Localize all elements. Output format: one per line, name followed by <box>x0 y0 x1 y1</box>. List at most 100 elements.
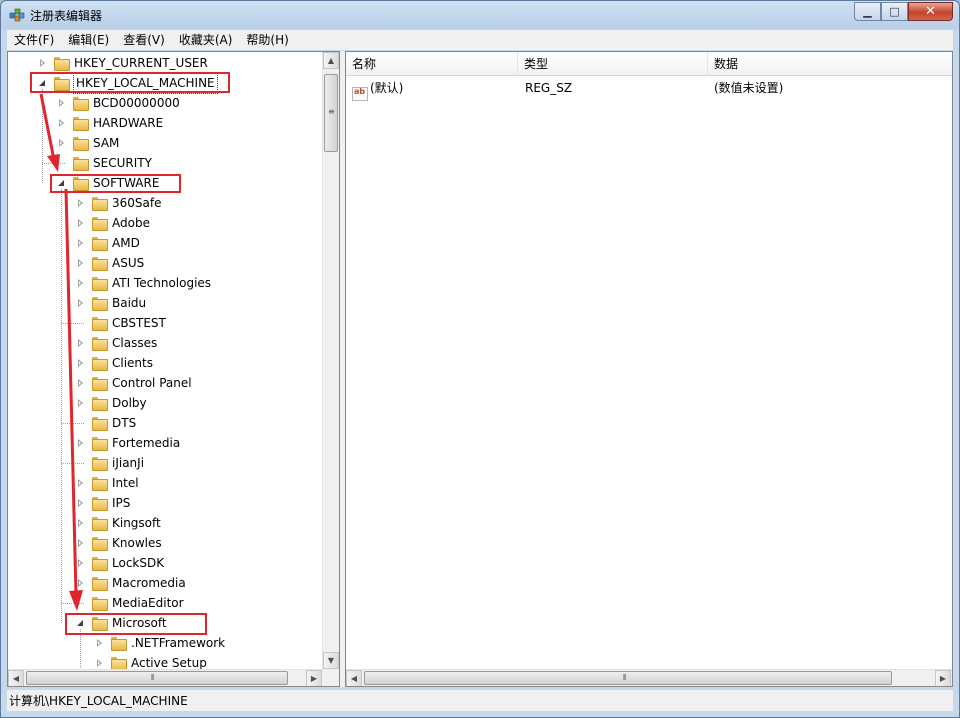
column-header-data[interactable]: 数据 <box>708 52 952 76</box>
tree-item-360safe[interactable]: 360Safe <box>76 193 161 213</box>
folder-icon <box>72 156 89 171</box>
list-horizontal-scroll-thumb[interactable]: ⦀ <box>364 671 892 685</box>
tree-item-label: Control Panel <box>112 376 192 390</box>
registry-editor-icon <box>9 8 25 22</box>
scroll-left-arrow-icon[interactable]: ◀ <box>8 670 24 686</box>
values-list[interactable]: 名称 类型 数据 ab (默认) REG_SZ (数值未设置) ◀ ⦀ ▶ <box>345 51 953 687</box>
folder-icon <box>91 216 108 231</box>
value-type: REG_SZ <box>525 81 573 95</box>
tree-item-label: Intel <box>112 476 139 490</box>
tree-item-label: Kingsoft <box>112 516 161 530</box>
string-value-icon: ab <box>352 87 368 101</box>
collapsed-arrow-icon[interactable] <box>38 58 47 68</box>
tree-item-ati-technologies[interactable]: ATI Technologies <box>76 273 211 293</box>
tree-item-label: Baidu <box>112 296 147 310</box>
registry-editor-window: 注册表编辑器 ▁ □ ✕ 文件(F) 编辑(E) 查看(V) 收藏夹(A) 帮助… <box>0 0 960 718</box>
tree-item-knowles[interactable]: Knowles <box>76 533 162 553</box>
column-header-type[interactable]: 类型 <box>518 52 708 76</box>
folder-icon <box>91 536 108 551</box>
tree-item-label: DTS <box>112 416 137 430</box>
list-header: 名称 类型 数据 <box>346 52 952 76</box>
list-item[interactable]: ab (默认) REG_SZ (数值未设置) <box>346 78 952 101</box>
tree-item-label: Dolby <box>112 396 147 410</box>
folder-icon <box>91 276 108 291</box>
tree-item-label: iJianJi <box>112 456 145 470</box>
tree-item-label: Clients <box>112 356 153 370</box>
list-horizontal-scrollbar[interactable]: ◀ ⦀ ▶ <box>346 669 952 686</box>
collapsed-arrow-icon[interactable] <box>95 638 104 648</box>
minimize-button[interactable]: ▁ <box>854 2 881 21</box>
tree-item-label: ASUS <box>112 256 145 270</box>
registry-tree[interactable]: HKEY_CURRENT_USER HKEY_LOCAL_MACHINE BCD00… <box>7 51 340 687</box>
folder-icon <box>91 376 108 391</box>
arrow-to-software-icon <box>39 93 60 172</box>
tree-item-mediaeditor[interactable]: MediaEditor <box>76 593 184 613</box>
folder-icon <box>91 436 108 451</box>
tree-vertical-scroll-thumb[interactable]: ≡ <box>324 74 338 152</box>
menu-help[interactable]: 帮助(H) <box>239 30 295 50</box>
tree-horizontal-scrollbar[interactable]: ◀ ⦀ ▶ <box>8 669 324 686</box>
tree-item-cbstest[interactable]: CBSTEST <box>76 313 166 333</box>
tree-item-label: ATI Technologies <box>112 276 212 290</box>
folder-icon <box>91 256 108 271</box>
menu-view[interactable]: 查看(V) <box>116 30 172 50</box>
tree-item-bcd00000000[interactable]: BCD00000000 <box>57 93 180 113</box>
tree-item-label: CBSTEST <box>112 316 166 330</box>
tree-item-label: Macromedia <box>112 576 186 590</box>
tree-item-label: BCD00000000 <box>93 96 180 110</box>
tree-item-label: Adobe <box>112 216 150 230</box>
menu-file[interactable]: 文件(F) <box>7 30 61 50</box>
scroll-down-arrow-icon[interactable]: ▼ <box>323 652 339 669</box>
menu-bar: 文件(F) 编辑(E) 查看(V) 收藏夹(A) 帮助(H) <box>7 30 953 50</box>
close-button[interactable]: ✕ <box>908 2 953 21</box>
folder-icon <box>72 116 89 131</box>
tree-item-label: Knowles <box>112 536 162 550</box>
folder-icon <box>91 196 108 211</box>
grip-icon: ≡ <box>328 107 335 116</box>
folder-icon <box>110 636 127 651</box>
tree-item-control-panel[interactable]: Control Panel <box>76 373 192 393</box>
folder-icon <box>91 416 108 431</box>
tree-item-classes[interactable]: Classes <box>76 333 157 353</box>
tree-horizontal-scroll-thumb[interactable]: ⦀ <box>26 671 288 685</box>
grip-icon: ⦀ <box>151 673 155 682</box>
tree-item-fortemedia[interactable]: Fortemedia <box>76 433 180 453</box>
caption-buttons: ▁ □ ✕ <box>854 2 953 21</box>
tree-item-locksdk[interactable]: LockSDK <box>76 553 164 573</box>
folder-icon <box>91 516 108 531</box>
tree-item-macromedia[interactable]: Macromedia <box>76 573 186 593</box>
tree-item-kingsoft[interactable]: Kingsoft <box>76 513 161 533</box>
tree-item-sam[interactable]: SAM <box>57 133 119 153</box>
folder-icon <box>91 356 108 371</box>
scroll-right-arrow-icon[interactable]: ▶ <box>935 670 951 686</box>
folder-icon <box>91 396 108 411</box>
scroll-up-arrow-icon[interactable]: ▲ <box>323 52 339 69</box>
folder-icon <box>91 596 108 611</box>
folder-icon <box>91 476 108 491</box>
tree-item-label: SAM <box>93 136 120 150</box>
tree-item-hkey-current-user[interactable]: HKEY_CURRENT_USER <box>38 53 208 73</box>
tree-item-label: MediaEditor <box>112 596 184 610</box>
value-name-cell: ab (默认) <box>352 78 403 101</box>
scroll-left-arrow-icon[interactable]: ◀ <box>346 670 362 686</box>
folder-icon <box>72 136 89 151</box>
tree-item-label: Classes <box>112 336 158 350</box>
tree-vertical-scrollbar[interactable]: ▲ ≡ ▼ <box>322 52 339 669</box>
tree-item-netframework[interactable]: .NETFramework <box>95 633 225 653</box>
scrollbar-corner <box>322 669 339 686</box>
maximize-button[interactable]: □ <box>881 2 908 21</box>
collapsed-arrow-icon[interactable] <box>95 658 104 668</box>
arrow-to-microsoft-icon <box>64 188 83 611</box>
title-bar[interactable]: 注册表编辑器 ▁ □ ✕ <box>1 1 959 29</box>
tree-item-label: SECURITY <box>93 156 152 170</box>
value-name: (默认) <box>370 81 404 95</box>
tree-item-security[interactable]: SECURITY <box>57 153 152 173</box>
column-header-name[interactable]: 名称 <box>346 52 518 76</box>
scroll-right-arrow-icon[interactable]: ▶ <box>306 670 322 686</box>
tree-item-label: .NETFramework <box>131 636 226 650</box>
folder-icon <box>91 576 108 591</box>
menu-edit[interactable]: 编辑(E) <box>61 30 116 50</box>
tree-item-hardware[interactable]: HARDWARE <box>57 113 163 133</box>
menu-favorites[interactable]: 收藏夹(A) <box>172 30 240 50</box>
folder-icon <box>110 656 127 671</box>
